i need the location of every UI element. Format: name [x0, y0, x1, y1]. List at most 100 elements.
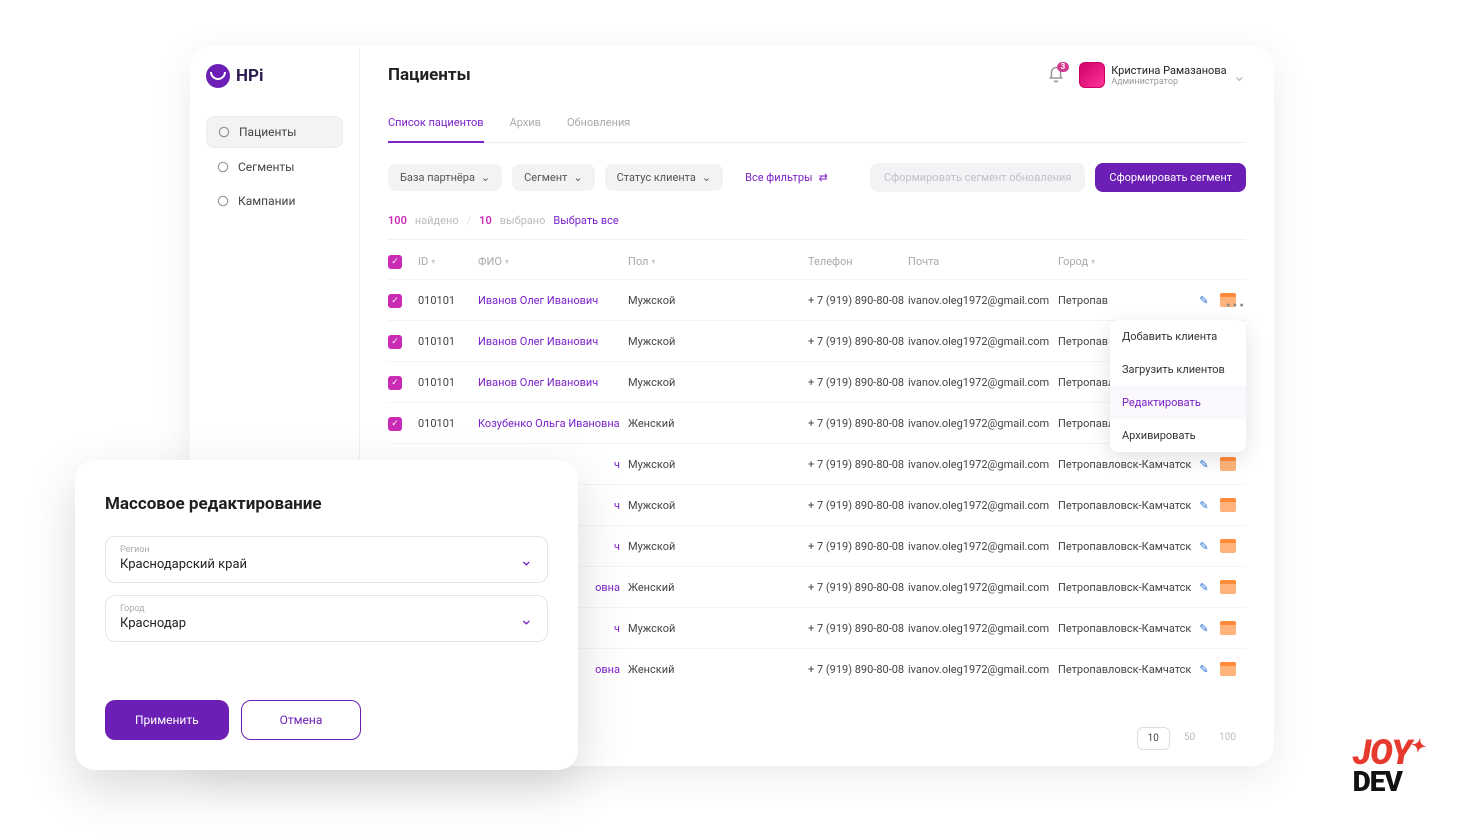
page-size-selector: 1050100	[1137, 727, 1246, 750]
sort-icon: ▾	[431, 259, 435, 265]
edit-icon[interactable]: ✎	[1196, 661, 1212, 677]
col-email: Почта	[908, 255, 1058, 268]
nav-icon	[217, 125, 231, 139]
edit-icon[interactable]: ✎	[1196, 456, 1212, 472]
sidebar-item-0[interactable]: Пациенты	[206, 116, 343, 148]
cell-fio[interactable]: Иванов Олег Иванович	[478, 294, 628, 307]
sidebar-item-2[interactable]: Кампании	[206, 186, 343, 216]
page-title: Пациенты	[388, 65, 471, 85]
chevron-down-icon: ⌄	[481, 171, 490, 184]
action-menu-item-1[interactable]: Загрузить клиентов	[1110, 353, 1246, 386]
tab-1[interactable]: Архив	[510, 106, 541, 142]
cell-email: ivanov.oleg1972@gmail.com	[908, 294, 1058, 307]
page-size-100[interactable]: 100	[1209, 727, 1246, 750]
more-actions-button[interactable]: •••	[1226, 298, 1246, 314]
cell-id: 010101	[418, 335, 478, 348]
cell-fio[interactable]: Иванов Олег Иванович	[478, 335, 628, 348]
nav-icon	[216, 194, 230, 208]
notification-badge: 3	[1057, 62, 1070, 72]
edit-icon[interactable]: ✎	[1196, 292, 1212, 308]
page-size-50[interactable]: 50	[1174, 727, 1205, 750]
filters-row: База партнёра⌄ Сегмент⌄ Статус клиента⌄ …	[388, 163, 1246, 192]
sliders-icon: ⇄	[819, 171, 828, 184]
cell-gender: Мужской	[628, 540, 808, 553]
row-checkbox[interactable]: ✓	[388, 335, 402, 349]
archive-icon[interactable]	[1220, 538, 1236, 554]
sidebar-item-label: Сегменты	[238, 160, 294, 174]
region-select[interactable]: Регион Краснодарский край ⌄	[105, 536, 548, 583]
cell-email: ivanov.oleg1972@gmail.com	[908, 540, 1058, 553]
archive-icon[interactable]	[1220, 661, 1236, 677]
apply-button[interactable]: Применить	[105, 700, 229, 740]
sidebar-item-1[interactable]: Сегменты	[206, 152, 343, 182]
filter-partner-base[interactable]: База партнёра⌄	[388, 164, 502, 191]
tab-2[interactable]: Обновления	[567, 106, 630, 142]
chevron-down-icon: ⌄	[1233, 66, 1246, 85]
col-gender[interactable]: Пол▾	[628, 255, 808, 268]
cell-gender: Мужской	[628, 335, 808, 348]
cell-gender: Мужской	[628, 376, 808, 389]
action-menu-item-0[interactable]: Добавить клиента	[1110, 320, 1246, 353]
archive-icon[interactable]	[1220, 497, 1236, 513]
cell-city: Петропав	[1058, 294, 1196, 307]
edit-icon[interactable]: ✎	[1196, 620, 1212, 636]
cell-id: 010101	[418, 376, 478, 389]
cell-city: Петропавловск-Камчатск	[1058, 622, 1196, 635]
sidebar-item-label: Кампании	[238, 194, 295, 208]
form-segment-button[interactable]: Сформировать сегмент	[1095, 163, 1246, 192]
cell-gender: Мужской	[628, 499, 808, 512]
select-all-link[interactable]: Выбрать все	[553, 214, 618, 227]
action-menu-item-3[interactable]: Архивировать	[1110, 419, 1246, 452]
chevron-down-icon: ⌄	[520, 550, 533, 569]
cell-email: ivanov.oleg1972@gmail.com	[908, 376, 1058, 389]
archive-icon[interactable]	[1220, 579, 1236, 595]
bulk-edit-modal: Массовое редактирование Регион Краснодар…	[75, 460, 578, 770]
edit-icon[interactable]: ✎	[1196, 497, 1212, 513]
archive-icon[interactable]	[1220, 620, 1236, 636]
cell-city: Петропавловск-Камчатск	[1058, 499, 1196, 512]
cell-email: ivanov.oleg1972@gmail.com	[908, 458, 1058, 471]
cell-email: ivanov.oleg1972@gmail.com	[908, 335, 1058, 348]
page-size-10[interactable]: 10	[1137, 727, 1170, 750]
cell-fio[interactable]: Козубенко Ольга Ивановна	[478, 417, 628, 430]
col-id[interactable]: ID▾	[418, 255, 478, 268]
user-menu[interactable]: Кристина Рамазанова Администратор ⌄	[1079, 62, 1246, 88]
joydev-watermark: JOY✦ DEV	[1353, 738, 1426, 794]
cell-phone: + 7 (919) 890-80-08	[808, 417, 908, 430]
modal-title: Массовое редактирование	[105, 494, 548, 514]
table-header: ✓ ID▾ ФИО▾ Пол▾ Телефон Почта Город▾	[388, 239, 1246, 279]
archive-icon[interactable]	[1220, 456, 1236, 472]
col-fio[interactable]: ФИО▾	[478, 255, 628, 268]
edit-icon[interactable]: ✎	[1196, 538, 1212, 554]
sort-icon: ▾	[505, 259, 509, 265]
cell-id: 010101	[418, 294, 478, 307]
sidebar-item-label: Пациенты	[239, 125, 297, 139]
select-all-checkbox[interactable]: ✓	[388, 255, 402, 269]
cell-fio[interactable]: Иванов Олег Иванович	[478, 376, 628, 389]
action-menu-item-2[interactable]: Редактировать	[1110, 386, 1246, 419]
cell-email: ivanov.oleg1972@gmail.com	[908, 622, 1058, 635]
logo: HPi	[206, 64, 343, 88]
col-city[interactable]: Город▾	[1058, 255, 1196, 268]
cell-phone: + 7 (919) 890-80-08	[808, 499, 908, 512]
city-select[interactable]: Город Краснодар ⌄	[105, 595, 548, 642]
cancel-button[interactable]: Отмена	[241, 700, 362, 740]
city-value: Краснодар	[120, 616, 533, 631]
cell-id: 010101	[418, 417, 478, 430]
cell-email: ivanov.oleg1972@gmail.com	[908, 581, 1058, 594]
notifications-button[interactable]: 3	[1047, 66, 1065, 84]
row-checkbox[interactable]: ✓	[388, 376, 402, 390]
filter-client-status[interactable]: Статус клиента⌄	[605, 164, 723, 191]
sort-icon: ▾	[1091, 259, 1095, 265]
filter-all[interactable]: Все фильтры⇄	[733, 164, 840, 191]
cell-phone: + 7 (919) 890-80-08	[808, 622, 908, 635]
edit-icon[interactable]: ✎	[1196, 579, 1212, 595]
row-checkbox[interactable]: ✓	[388, 417, 402, 431]
cell-email: ivanov.oleg1972@gmail.com	[908, 663, 1058, 676]
tab-0[interactable]: Список пациентов	[388, 106, 484, 143]
row-checkbox[interactable]: ✓	[388, 294, 402, 308]
filter-segment[interactable]: Сегмент⌄	[512, 164, 594, 191]
cell-email: ivanov.oleg1972@gmail.com	[908, 499, 1058, 512]
form-update-segment-button: Сформировать сегмент обновления	[870, 163, 1085, 192]
cell-gender: Мужской	[628, 622, 808, 635]
